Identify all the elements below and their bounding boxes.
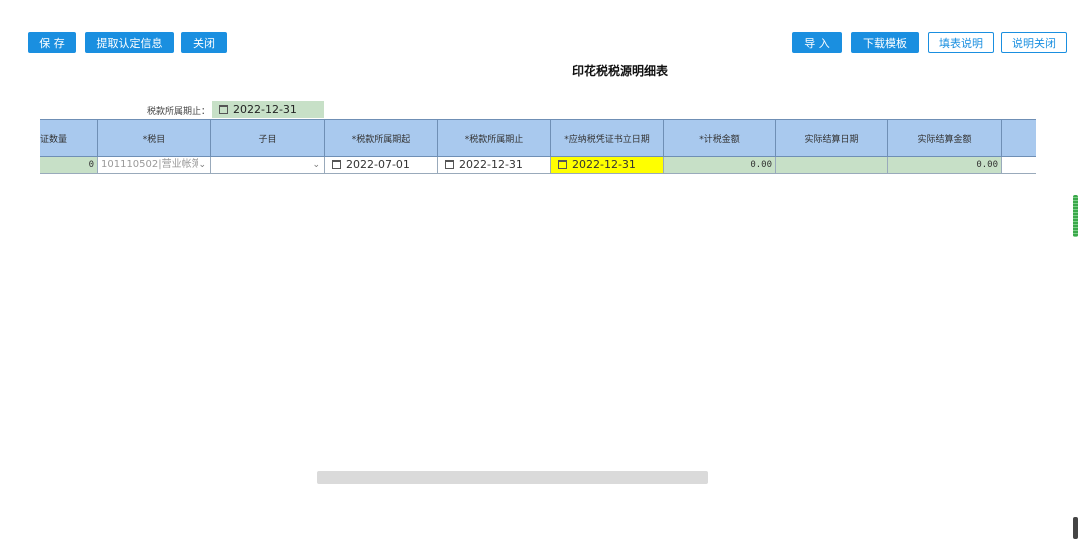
header-settle-amount: 实际结算金额 <box>888 120 1002 156</box>
fetch-certified-info-button[interactable]: 提取认定信息 <box>85 32 174 53</box>
save-button[interactable]: 保 存 <box>28 32 76 53</box>
calendar-icon <box>332 160 341 169</box>
scroll-end-handle[interactable] <box>1073 517 1078 539</box>
header-tax-item: *税目 <box>98 120 211 156</box>
period-end-value: 2022-12-31 <box>233 103 297 116</box>
tax-item-value: 101110502|营业帐簿 <box>101 159 202 170</box>
calendar-icon <box>219 105 228 114</box>
page-title: 印花税税源明细表 <box>571 64 668 78</box>
tax-amount-input[interactable]: 0.00 <box>664 157 776 173</box>
table-row: 0 101110502|营业帐簿 ⌄ ⌄ 2022-07-01 2022-12-… <box>40 157 1036 174</box>
table-header-row: 证数量 *税目 子目 *税款所属期起 *税款所属期止 *应纳税凭证书立日期 *计… <box>40 119 1036 157</box>
header-settle-date: 实际结算日期 <box>776 120 888 156</box>
vertical-scrollbar-thumb[interactable] <box>1073 195 1078 237</box>
import-button[interactable]: 导 入 <box>792 32 842 53</box>
sub-item-select[interactable]: ⌄ <box>211 157 325 173</box>
voucher-count-input[interactable]: 0 <box>40 157 98 173</box>
voucher-date-value: 2022-12-31 <box>572 158 636 171</box>
period-end-cell-value: 2022-12-31 <box>459 158 523 171</box>
period-end-label: 税款所属期止： <box>146 107 210 117</box>
close-instructions-button[interactable]: 说明关闭 <box>1001 32 1067 53</box>
calendar-icon <box>445 160 454 169</box>
close-button[interactable]: 关闭 <box>181 32 227 53</box>
header-sub-item: 子目 <box>211 120 325 156</box>
horizontal-scrollbar[interactable] <box>317 471 708 484</box>
extra-cell <box>1002 157 1036 173</box>
download-template-button[interactable]: 下载模板 <box>851 32 919 53</box>
period-end-cell-field[interactable]: 2022-12-31 <box>438 157 551 173</box>
voucher-date-field[interactable]: 2022-12-31 <box>551 157 664 173</box>
tax-source-table: 证数量 *税目 子目 *税款所属期起 *税款所属期止 *应纳税凭证书立日期 *计… <box>40 119 1036 174</box>
header-voucher-date: *应纳税凭证书立日期 <box>551 120 664 156</box>
header-extra <box>1002 120 1036 156</box>
period-start-field[interactable]: 2022-07-01 <box>325 157 438 173</box>
tax-item-select[interactable]: 101110502|营业帐簿 ⌄ <box>98 157 211 173</box>
period-end-field[interactable]: 2022-12-31 <box>212 101 324 118</box>
chevron-down-icon: ⌄ <box>312 160 320 170</box>
chevron-down-icon: ⌄ <box>198 157 206 173</box>
period-start-value: 2022-07-01 <box>346 158 410 171</box>
settle-amount-input[interactable]: 0.00 <box>888 157 1002 173</box>
header-tax-amount: *计税金额 <box>664 120 776 156</box>
header-period-start: *税款所属期起 <box>325 120 438 156</box>
settle-date-field[interactable] <box>776 157 888 173</box>
header-voucher-count: 证数量 <box>40 120 98 156</box>
fill-instructions-button[interactable]: 填表说明 <box>928 32 994 53</box>
header-period-end: *税款所属期止 <box>438 120 551 156</box>
calendar-icon <box>558 160 567 169</box>
